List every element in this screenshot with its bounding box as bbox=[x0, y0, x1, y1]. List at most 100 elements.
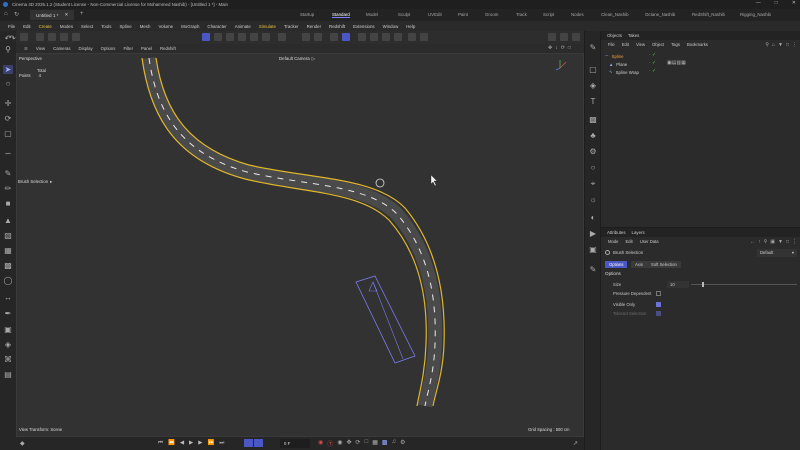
search-icon[interactable]: ⚲ bbox=[3, 45, 13, 54]
param-key-icon[interactable]: ▦ bbox=[372, 439, 378, 448]
edit-script-icon[interactable]: ✎ bbox=[588, 265, 598, 274]
viewport[interactable]: Perspective Default Camera ▷ Total Point… bbox=[16, 53, 584, 437]
uv-mode-icon[interactable] bbox=[250, 33, 258, 41]
menu-item[interactable]: Simulate bbox=[259, 24, 276, 29]
menu-item[interactable]: Redshift bbox=[329, 24, 345, 29]
layout-tab[interactable]: RedShift_Nashib bbox=[692, 12, 725, 17]
axis-mode-icon[interactable] bbox=[262, 33, 270, 41]
layout-tab[interactable]: Groom bbox=[485, 12, 498, 17]
menu-item[interactable]: MoGraph bbox=[181, 24, 199, 29]
brush-tool-icon[interactable]: ✏ bbox=[3, 184, 13, 193]
polygon-tool-icon[interactable]: ▦ bbox=[3, 246, 13, 255]
new-window-icon[interactable]: □ bbox=[786, 239, 789, 245]
scale-key-icon[interactable]: □ bbox=[365, 439, 369, 448]
keyframe-selection-icon[interactable]: ◉ bbox=[337, 439, 342, 448]
visibility-check-icon[interactable]: ⋅ ✓ bbox=[649, 68, 656, 74]
menu-item[interactable]: Window bbox=[383, 24, 399, 29]
snap-tool-icon[interactable]: ⌘ bbox=[3, 355, 13, 364]
edge-tool-icon[interactable]: ▩ bbox=[3, 261, 13, 270]
viewport-menu-item[interactable]: Filter bbox=[123, 46, 133, 51]
move-tool-icon[interactable]: ✛ bbox=[3, 99, 13, 108]
spline-primitive-icon[interactable]: ◈ bbox=[588, 81, 598, 90]
gear-icon[interactable] bbox=[370, 33, 378, 41]
search-icon[interactable]: ⚲ bbox=[765, 42, 769, 48]
lasso-tool-icon[interactable]: ∽ bbox=[3, 149, 13, 158]
tolerant-selection-checkbox[interactable] bbox=[656, 311, 661, 316]
search-icon[interactable]: ⚲ bbox=[764, 239, 768, 245]
menu-item[interactable]: Character bbox=[207, 24, 226, 29]
layout-tab[interactable]: Script bbox=[543, 12, 554, 17]
prev-frame-icon[interactable]: ◀ bbox=[180, 440, 184, 447]
menu-item[interactable]: Tools bbox=[101, 24, 111, 29]
layout-tab[interactable]: Track bbox=[516, 12, 527, 17]
loop-button[interactable] bbox=[244, 439, 253, 447]
range-button[interactable] bbox=[254, 439, 263, 447]
layer-icon[interactable] bbox=[382, 33, 390, 41]
visibility-check-icon[interactable]: ⋅ ✓ bbox=[649, 60, 656, 66]
home-icon[interactable]: ⌂ bbox=[4, 11, 8, 17]
python-icon[interactable] bbox=[394, 33, 402, 41]
viewport-menu-item[interactable]: Cameras bbox=[53, 46, 70, 51]
snap-settings-icon[interactable] bbox=[314, 33, 322, 41]
point-mode-icon[interactable] bbox=[214, 33, 222, 41]
knife-tool-icon[interactable]: ✒ bbox=[3, 309, 13, 318]
pla-key-icon[interactable]: ▩ bbox=[382, 439, 388, 448]
mograph-cloner-icon[interactable]: ♣ bbox=[588, 131, 598, 140]
bevel-tool-icon[interactable]: ◈ bbox=[3, 340, 13, 349]
menu-item[interactable]: Spline bbox=[119, 24, 131, 29]
new-tab-icon[interactable]: + bbox=[80, 11, 84, 17]
attributes-panel-menu-item[interactable]: Mode bbox=[608, 239, 618, 244]
x-axis-icon[interactable] bbox=[36, 33, 44, 41]
preset-dropdown[interactable]: Default ▾ bbox=[757, 249, 797, 257]
layout-tab[interactable]: Nodes bbox=[571, 12, 584, 17]
material-icon[interactable]: ◐ bbox=[588, 213, 598, 222]
attr-sub-tab[interactable]: Soft Selection bbox=[647, 261, 681, 268]
attributes-panel-menu-item[interactable]: Edit bbox=[625, 239, 632, 244]
live-select-icon[interactable]: ○ bbox=[3, 79, 13, 88]
orbit-icon[interactable]: ⟳ bbox=[561, 45, 565, 51]
prev-key-icon[interactable]: ⏪ bbox=[168, 440, 175, 447]
field-icon[interactable]: ○ bbox=[588, 163, 598, 172]
selection-tool-icon[interactable]: ➤ bbox=[3, 65, 13, 74]
camera-object-icon[interactable]: ▶ bbox=[588, 229, 598, 238]
polygon-pen-icon[interactable]: ✎ bbox=[588, 43, 598, 52]
maximize-viewport-icon[interactable]: □ bbox=[568, 45, 571, 51]
attributes-panel-menu-item[interactable]: User Data bbox=[640, 239, 659, 244]
menu-item[interactable]: Select bbox=[81, 24, 93, 29]
tweak-mode-icon[interactable] bbox=[278, 33, 286, 41]
filter-icon[interactable]: ▼ bbox=[778, 239, 783, 245]
attr-sub-tab[interactable]: Options bbox=[605, 261, 628, 268]
layout-tab[interactable]: UVEdit bbox=[428, 12, 442, 17]
viewport-camera-label[interactable]: Default Camera ▷ bbox=[279, 56, 315, 62]
size-field[interactable]: 10 bbox=[667, 281, 689, 288]
go-to-end-icon[interactable]: ⏭ bbox=[219, 440, 224, 447]
polygon-mode-icon[interactable] bbox=[238, 33, 246, 41]
menu-item[interactable]: Modes bbox=[60, 24, 73, 29]
layout-tab[interactable]: Standard bbox=[332, 12, 350, 18]
viewport-menu-item[interactable]: Panel bbox=[141, 46, 152, 51]
record-key-icon[interactable]: ◉ bbox=[318, 439, 323, 448]
options-icon[interactable]: ⋮ bbox=[792, 42, 797, 48]
size-slider[interactable] bbox=[691, 282, 797, 287]
menu-item[interactable]: Tracker bbox=[284, 24, 299, 29]
viewport-projection-label[interactable]: Perspective bbox=[19, 56, 42, 61]
render-icon[interactable] bbox=[560, 33, 568, 41]
object-list-item[interactable]: ∿ Spline Wrap bbox=[609, 68, 639, 76]
options-icon[interactable]: ⋮ bbox=[792, 239, 797, 245]
document-tab[interactable]: Untitled 1 * ✕ bbox=[30, 10, 75, 20]
menu-item[interactable]: Animate bbox=[235, 24, 251, 29]
generator-icon[interactable]: ▩ bbox=[588, 115, 598, 124]
viewport-canvas[interactable] bbox=[17, 54, 584, 437]
viewport-menu-item[interactable]: Display bbox=[79, 46, 93, 51]
menu-item[interactable]: Extensions bbox=[353, 24, 374, 29]
menu-item[interactable]: Create bbox=[39, 24, 52, 29]
display-icon[interactable] bbox=[420, 33, 428, 41]
workplane-tool-icon[interactable]: ▤ bbox=[3, 370, 13, 379]
paint-tool-icon[interactable]: ▲ bbox=[3, 216, 13, 225]
maximize-icon[interactable]: □ bbox=[775, 0, 778, 6]
viewport-menu-item[interactable]: Options bbox=[101, 46, 116, 51]
size-slider-knob[interactable] bbox=[701, 282, 704, 287]
text-tool-icon[interactable]: T bbox=[588, 97, 598, 106]
edge-mode-icon[interactable] bbox=[226, 33, 234, 41]
layout-tab[interactable]: Sculpt bbox=[398, 12, 410, 17]
